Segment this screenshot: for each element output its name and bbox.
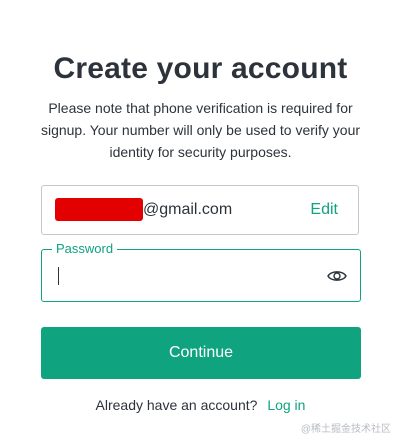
page-title: Create your account (53, 52, 348, 85)
eye-icon[interactable] (327, 267, 347, 285)
edit-email-link[interactable]: Edit (310, 201, 338, 219)
text-caret (58, 267, 59, 285)
email-field: @gmail.com Edit (41, 185, 359, 235)
watermark: @稀土掘金技术社区 (300, 424, 391, 435)
continue-button[interactable]: Continue (41, 327, 361, 379)
page-subtitle: Please note that phone verification is r… (40, 100, 361, 160)
login-prompt: Already have an account? Log in (0, 397, 401, 413)
email-domain-text: @gmail.com (143, 201, 233, 218)
email-redaction (55, 198, 143, 221)
login-prompt-text: Already have an account? (95, 397, 258, 413)
login-link[interactable]: Log in (267, 397, 305, 413)
signup-page: Create your account Please note that pho… (0, 0, 401, 444)
password-input[interactable] (54, 262, 314, 290)
password-field[interactable]: Password (41, 241, 361, 302)
password-label: Password (52, 241, 118, 257)
